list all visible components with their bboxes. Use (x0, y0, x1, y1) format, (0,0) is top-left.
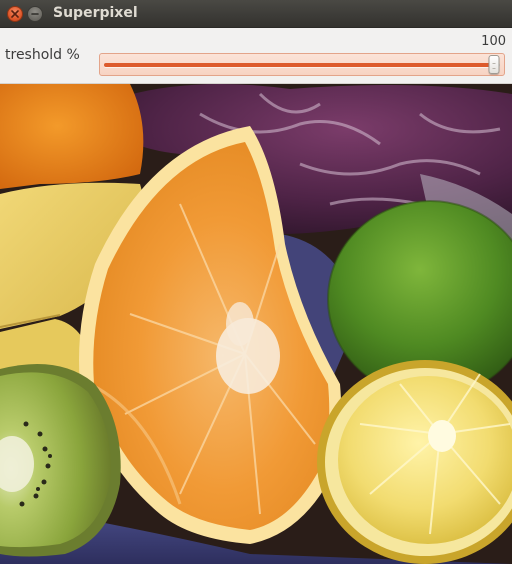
superpixel-image (0, 84, 512, 564)
slider-handle[interactable] (488, 55, 500, 74)
window-title: Superpixel (53, 5, 138, 21)
trackbar-panel: treshold % 100 (0, 28, 512, 84)
close-icon (11, 10, 19, 18)
minimize-icon (31, 10, 39, 18)
minimize-button[interactable] (27, 6, 43, 22)
app-window: Superpixel treshold % 100 (0, 0, 512, 564)
trackbar-label: treshold % (5, 47, 80, 63)
threshold-slider[interactable] (99, 53, 505, 76)
trackbar-value: 100 (481, 34, 506, 49)
image-view (0, 84, 512, 564)
title-bar[interactable]: Superpixel (0, 0, 512, 28)
slider-fill (104, 63, 494, 67)
close-button[interactable] (7, 6, 23, 22)
